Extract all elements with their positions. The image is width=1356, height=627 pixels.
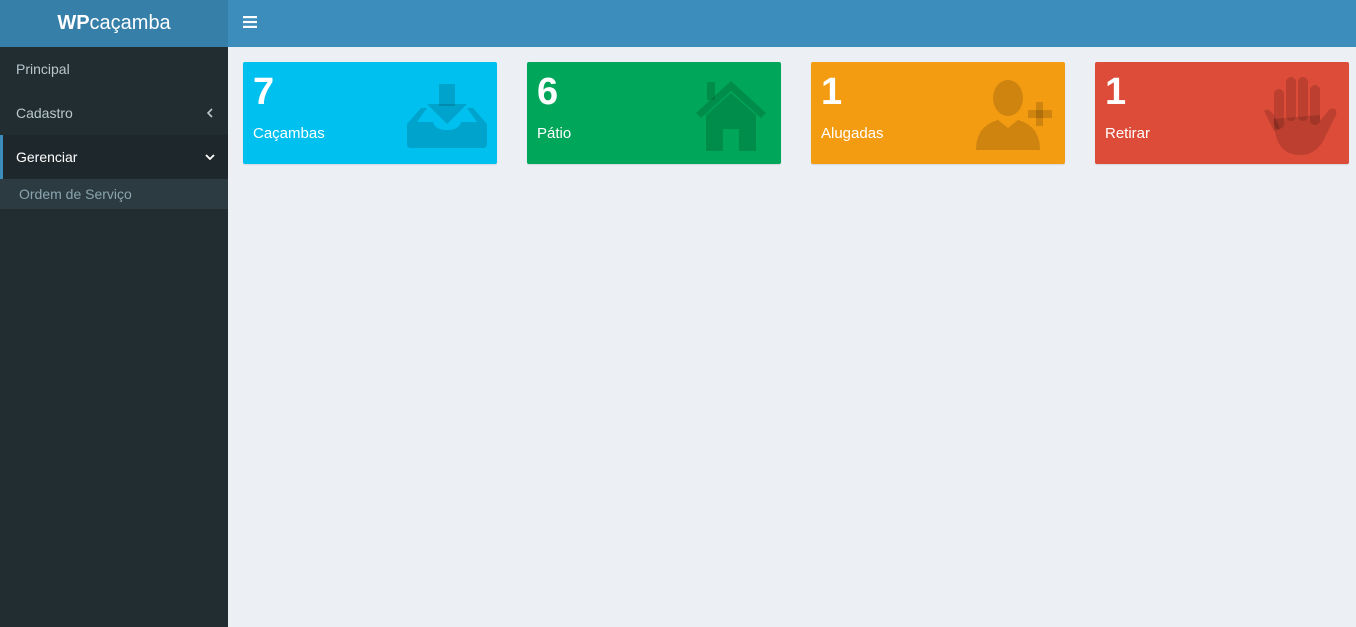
info-box-number: 7 <box>253 71 275 113</box>
sidebar-item-label: Gerenciar <box>16 149 78 165</box>
brand-logo[interactable]: WP caçamba <box>0 0 228 47</box>
chevron-left-icon <box>204 107 216 119</box>
sidebar-item-label: Principal <box>16 61 70 77</box>
hand-stop-icon <box>1257 74 1341 158</box>
sidebar-item-label: Cadastro <box>16 105 73 121</box>
sidebar-item-principal[interactable]: Principal <box>0 47 228 91</box>
brand-light: caçamba <box>89 12 171 34</box>
brand-bold: WP <box>57 12 90 34</box>
main-content: 7 Caçambas 6 Pátio 1 Alugadas 1 Retirar <box>228 47 1356 627</box>
info-box-label: Caçambas <box>253 125 325 142</box>
sidebar-item-gerenciar[interactable]: Gerenciar <box>0 135 228 179</box>
sidebar-item-cadastro[interactable]: Cadastro <box>0 91 228 135</box>
info-box-alugadas[interactable]: 1 Alugadas <box>811 62 1065 164</box>
info-box-cacambas[interactable]: 7 Caçambas <box>243 62 497 164</box>
info-box-patio[interactable]: 6 Pátio <box>527 62 781 164</box>
top-navbar <box>228 0 1356 47</box>
sidebar-subitem-ordem-de-servico[interactable]: Ordem de Serviço <box>0 179 228 209</box>
info-box-number: 1 <box>1105 71 1127 113</box>
info-box-label: Alugadas <box>821 125 884 142</box>
sidebar-submenu-gerenciar: Ordem de Serviço <box>0 179 228 209</box>
sidebar-subitem-label: Ordem de Serviço <box>19 186 132 202</box>
info-box-label: Retirar <box>1105 125 1151 142</box>
sidebar: Principal Cadastro Gerenciar Ordem de Se… <box>0 47 228 627</box>
bars-icon <box>243 16 257 28</box>
chevron-down-icon <box>204 151 216 163</box>
download-icon <box>405 74 489 158</box>
user-plus-icon <box>973 74 1057 158</box>
info-box-number: 6 <box>537 71 559 113</box>
home-icon <box>689 74 773 158</box>
sidebar-toggle-button[interactable] <box>236 8 264 36</box>
info-box-retirar[interactable]: 1 Retirar <box>1095 62 1349 164</box>
info-box-label: Pátio <box>537 125 572 142</box>
info-box-number: 1 <box>821 71 843 113</box>
